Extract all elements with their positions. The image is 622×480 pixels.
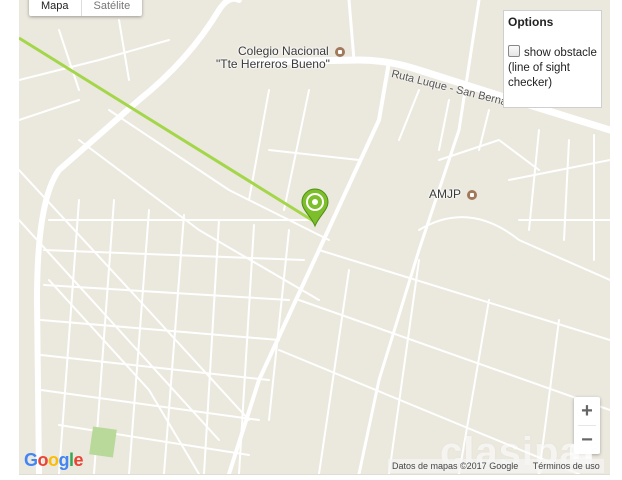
attribution-bar: Datos de mapas ©2017 Google Términos de … bbox=[388, 459, 604, 473]
terms-link[interactable]: Términos de uso bbox=[533, 461, 600, 471]
college-label-line2: "Tte Herreros Bueno" bbox=[216, 57, 330, 71]
show-obstacle-checkbox[interactable] bbox=[508, 45, 520, 57]
college-label-line1: Colegio Nacional bbox=[238, 44, 329, 58]
map-type-map-button[interactable]: Mapa bbox=[29, 0, 81, 16]
google-logo[interactable]: Google bbox=[24, 450, 84, 471]
amjp-label: AMJP bbox=[429, 187, 478, 201]
zoom-in-button[interactable]: + bbox=[574, 397, 600, 425]
map-type-control: Mapa Satélite bbox=[29, 0, 143, 16]
amjp-label-text: AMJP bbox=[429, 187, 461, 201]
map-data-attribution: Datos de mapas ©2017 Google bbox=[392, 461, 519, 471]
map-type-satellite-button[interactable]: Satélite bbox=[80, 0, 143, 16]
school-icon bbox=[335, 46, 346, 57]
options-panel: Options show obstacle (line of sight che… bbox=[503, 10, 602, 108]
show-obstacle-label: show obstacle bbox=[524, 47, 597, 59]
college-label: Colegio Nacional bbox=[238, 44, 346, 58]
show-obstacle-note: (line of sight checker) bbox=[508, 62, 571, 89]
options-title: Options bbox=[508, 15, 554, 29]
poi-icon bbox=[467, 189, 478, 200]
park-area bbox=[89, 426, 117, 458]
